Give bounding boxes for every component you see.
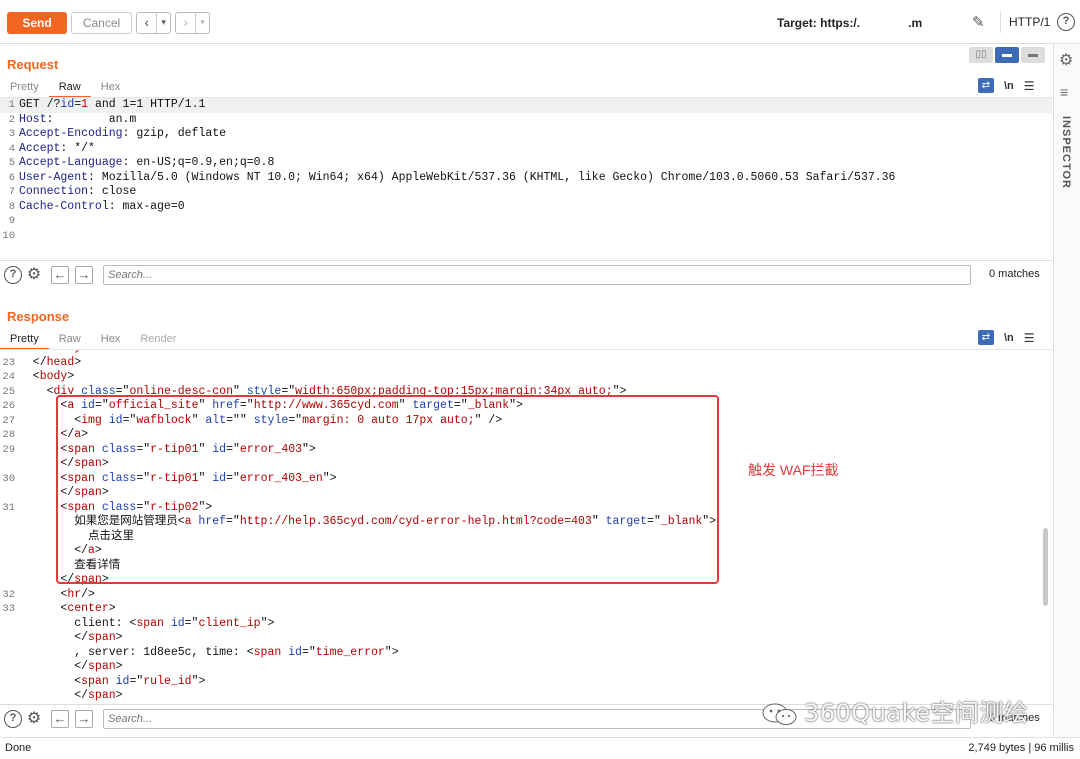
response-search-settings-gear-icon[interactable]: ⚙ — [25, 710, 43, 728]
response-tabs: Pretty Raw Hex Render — [0, 330, 186, 350]
code-line: 1 GET /?id=1 and 1=1 HTTP/1.1 — [0, 98, 1052, 113]
request-search-help-icon[interactable]: ? — [4, 266, 22, 284]
status-text: Done — [5, 742, 32, 754]
show-newlines-toggle[interactable]: \n — [1004, 80, 1014, 92]
response-search-next-arrow-icon[interactable]: → — [75, 710, 93, 728]
code-line: <span id="rule_id"> — [19, 674, 206, 688]
layout-tabs-icon[interactable]: ▬ — [1021, 47, 1045, 63]
layout-stacked-icon[interactable]: ▬ — [995, 47, 1019, 63]
code-line: 4 Accept: */* — [8, 141, 95, 155]
target-label: Target: https:/. .m — [777, 16, 922, 30]
response-word-wrap-icon[interactable]: ⇄ — [978, 330, 994, 345]
burp-repeater-window: Send Cancel ‹ ▾ › ▾ Target: https:/. .m ✎ H… — [0, 0, 1080, 759]
code-line: 6 User-Agent: Mozilla/5.0 (Windows NT 10.… — [8, 170, 896, 184]
request-search-next-arrow-icon[interactable]: → — [75, 266, 93, 284]
code-line: 9 — [8, 215, 15, 227]
request-menu-icon[interactable]: ☰ — [1024, 79, 1035, 93]
inspector-lines-icon[interactable]: ≡ — [1060, 84, 1068, 100]
request-title: Request — [7, 57, 59, 72]
status-bar: Done 2,749 bytes | 96 millis — [0, 737, 1080, 759]
request-editor[interactable]: 1 GET /?id=1 and 1=1 HTTP/1.1 2 Host: an.m… — [0, 97, 1052, 260]
code-line: , server: 1d8ee5c, time: <span id="time_… — [19, 645, 399, 659]
code-line: 23 </head> — [2, 355, 82, 369]
response-title: Response — [7, 309, 70, 324]
settings-gear-icon[interactable]: ⚙ — [1059, 50, 1073, 70]
http-version-selector[interactable]: HTTP/1 — [1000, 11, 1058, 33]
request-search-settings-gear-icon[interactable]: ⚙ — [25, 266, 43, 284]
back-dropdown-icon[interactable]: ▾ — [157, 13, 170, 33]
inspector-tab[interactable]: INSPECTOR — [1060, 116, 1072, 189]
right-sidebar: ⚙ ≡ INSPECTOR — [1053, 44, 1080, 737]
request-editor-options: ⇄ \n ☰ — [978, 78, 1035, 93]
code-line: 7 Connection: close — [8, 185, 137, 198]
forward-arrow-icon[interactable]: › — [176, 13, 195, 33]
response-tab-pretty[interactable]: Pretty — [0, 330, 49, 350]
help-icon[interactable]: ? — [1057, 13, 1075, 31]
response-editor-options: ⇄ \n ☰ — [978, 330, 1035, 345]
code-line: 3 Accept-Encoding: gzip, deflate — [8, 127, 227, 140]
layout-toggle[interactable]: ▯▯ ▬ ▬ — [969, 47, 1045, 63]
top-toolbar: Send Cancel ‹ ▾ › ▾ Target: https:/. .m ✎ H… — [0, 0, 1080, 44]
waf-highlight-box — [56, 395, 719, 584]
response-search-prev-arrow-icon[interactable]: ← — [51, 710, 69, 728]
watermark-text: 360Quake空间测绘 — [804, 699, 1029, 727]
response-menu-icon[interactable]: ☰ — [1024, 331, 1035, 345]
code-line: 8 Cache-Control: max-age=0 — [8, 199, 185, 213]
response-size-timing: 2,749 bytes | 96 millis — [968, 742, 1074, 754]
wechat-logo-icon — [762, 703, 797, 725]
request-tabs: Pretty Raw Hex — [0, 78, 130, 98]
target-host: Target: https:/. — [777, 16, 861, 30]
code-line: 32 <hr/> — [2, 587, 95, 601]
code-line: 2 Host: an.m — [8, 112, 137, 126]
request-search-bar: ? ⚙ ← → 0 matches — [0, 260, 1052, 288]
response-tab-hex[interactable]: Hex — [91, 330, 131, 350]
response-tab-render[interactable]: Render — [130, 330, 186, 350]
code-line: 33 <center> — [2, 602, 116, 615]
request-match-count: 0 matches — [989, 268, 1040, 280]
code-line: 5 Accept-Language: en-US;q=0.9,en;q=0.8 — [8, 156, 275, 169]
send-button[interactable]: Send — [7, 12, 67, 34]
request-tab-pretty[interactable]: Pretty — [0, 78, 49, 98]
code-line: client: <span id="client_ip"> — [19, 616, 275, 630]
code-line: 10 — [2, 229, 15, 242]
response-search-help-icon[interactable]: ? — [4, 710, 22, 728]
forward-dropdown-icon[interactable]: ▾ — [196, 13, 209, 33]
request-tab-hex[interactable]: Hex — [91, 78, 131, 98]
response-scrollbar-thumb[interactable] — [1043, 528, 1048, 606]
word-wrap-icon[interactable]: ⇄ — [978, 78, 994, 93]
request-search-prev-arrow-icon[interactable]: ← — [51, 266, 69, 284]
code-line: </span> — [19, 660, 123, 673]
back-arrow-icon[interactable]: ‹ — [137, 13, 156, 33]
response-tab-raw[interactable]: Raw — [49, 330, 91, 350]
watermark: 360Quake空间测绘 — [760, 693, 1028, 728]
target-host-tail: .m — [908, 16, 923, 30]
forward-nav-group[interactable]: › ▾ — [175, 12, 210, 34]
edit-target-pencil-icon[interactable]: ✎ — [972, 13, 990, 31]
code-line: 24 <body> — [2, 370, 75, 383]
cancel-button[interactable]: Cancel — [71, 12, 132, 34]
request-tab-raw[interactable]: Raw — [48, 78, 91, 98]
layout-side-by-side-icon[interactable]: ▯▯ — [969, 47, 993, 63]
back-nav-group[interactable]: ‹ ▾ — [136, 12, 171, 34]
response-show-newlines-toggle[interactable]: \n — [1004, 332, 1014, 344]
request-search-input[interactable] — [103, 265, 971, 285]
code-line: </span> — [19, 631, 123, 644]
waf-annotation-label: 触发 WAF拦截 — [748, 462, 839, 478]
